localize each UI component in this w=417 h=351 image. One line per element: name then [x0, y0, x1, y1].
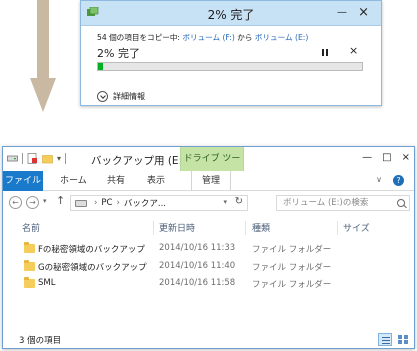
- breadcrumb-pc[interactable]: PC: [101, 198, 112, 208]
- details-label: 詳細情報: [113, 92, 145, 101]
- status-bar: 3 個の項目: [3, 331, 414, 348]
- drive-icon[interactable]: [7, 153, 18, 164]
- large-icons-view-button[interactable]: [396, 333, 410, 346]
- folder-icon: [24, 277, 35, 288]
- address-bar[interactable]: › PC › バックア... ▾ ↻: [70, 195, 248, 211]
- item-count: 3 個の項目: [19, 336, 62, 346]
- help-icon[interactable]: ?: [393, 175, 404, 186]
- quick-access-toolbar: ▾: [7, 153, 67, 164]
- toolbar-divider: [65, 153, 67, 164]
- file-name: SML: [38, 278, 56, 288]
- file-type: ファイル フォルダー: [252, 245, 332, 255]
- connector-text: から: [234, 33, 255, 42]
- file-date: 2014/10/16 11:33: [159, 243, 236, 253]
- tab-home[interactable]: ホーム: [60, 171, 87, 191]
- back-button[interactable]: ←: [9, 196, 22, 209]
- column-divider[interactable]: [337, 221, 338, 235]
- copy-progress-dialog: 2% 完了 — × 54 個の項目をコピー中: ボリューム (F:) から ボリ…: [80, 0, 382, 106]
- window-title: バックアップ用 (E:): [91, 155, 187, 167]
- expand-ribbon-icon[interactable]: ∨: [376, 175, 382, 184]
- close-button[interactable]: ×: [402, 152, 410, 163]
- file-date: 2014/10/16 11:40: [159, 261, 236, 271]
- file-date: 2014/10/16 11:58: [159, 278, 236, 288]
- copy-count-text: 54 個の項目をコピー中:: [97, 33, 183, 42]
- up-button[interactable]: ↑: [56, 194, 65, 207]
- tab-drive-tools[interactable]: ドライブ ツール: [180, 147, 244, 188]
- breadcrumb-separator: ›: [94, 198, 98, 208]
- column-header-name[interactable]: 名前: [22, 221, 40, 234]
- tab-manage[interactable]: 管理: [191, 171, 232, 191]
- table-row[interactable]: Gの秘密領域のバックアップ 2014/10/16 11:40 ファイル フォルダ…: [3, 260, 414, 274]
- ribbon-tabs: ファイル ホーム 共有 表示 管理 ∨ ?: [3, 171, 414, 191]
- search-placeholder: ボリューム (E:)の検索: [283, 198, 369, 208]
- search-input[interactable]: ボリューム (E:)の検索: [276, 195, 410, 211]
- breadcrumb-current[interactable]: バックア...: [124, 197, 166, 209]
- column-divider[interactable]: [245, 221, 246, 235]
- explorer-window: ▾ バックアップ用 (E:) ドライブ ツール — □ × ファイル ホーム 共…: [2, 146, 415, 349]
- copy-progress-bar: [97, 62, 363, 71]
- column-header-type[interactable]: 種類: [252, 221, 270, 234]
- stop-button[interactable]: ×: [349, 44, 358, 57]
- maximize-button[interactable]: □: [382, 152, 391, 163]
- search-icon: [397, 199, 405, 207]
- copy-status-line: 54 個の項目をコピー中: ボリューム (F:) から ボリューム (E:): [97, 32, 308, 43]
- file-type: ファイル フォルダー: [252, 263, 332, 273]
- percent-complete: 2% 完了: [97, 47, 140, 60]
- minimize-button[interactable]: —: [337, 8, 347, 18]
- new-folder-icon[interactable]: [42, 153, 53, 164]
- toolbar-divider: [22, 153, 23, 164]
- source-link[interactable]: ボリューム (F:): [182, 33, 234, 42]
- progress-fill: [98, 63, 104, 70]
- folder-icon: [24, 242, 35, 253]
- minimize-button[interactable]: —: [362, 152, 372, 163]
- chevron-down-icon: [97, 91, 108, 102]
- drive-icon: [75, 199, 87, 207]
- dialog-title: 2% 完了: [207, 8, 255, 22]
- refresh-icon[interactable]: ↻: [235, 196, 243, 207]
- destination-link[interactable]: ボリューム (E:): [255, 33, 308, 42]
- column-header-size[interactable]: サイズ: [343, 221, 370, 234]
- column-header-row: 名前 更新日時 種類 サイズ: [3, 218, 414, 236]
- more-details-toggle[interactable]: 詳細情報: [97, 91, 145, 102]
- dialog-titlebar: 2% 完了 — ×: [81, 1, 381, 26]
- table-row[interactable]: SML 2014/10/16 11:58 ファイル フォルダー: [3, 277, 414, 291]
- folder-icon: [24, 260, 35, 271]
- details-view-button[interactable]: [378, 333, 392, 346]
- pause-button[interactable]: [321, 48, 331, 58]
- customize-toolbar-icon[interactable]: ▾: [57, 154, 61, 163]
- explorer-titlebar: ▾ バックアップ用 (E:) ドライブ ツール — □ ×: [3, 147, 414, 188]
- file-type: ファイル フォルダー: [252, 280, 332, 290]
- tab-share[interactable]: 共有: [107, 171, 125, 191]
- down-arrow-icon: [30, 0, 56, 112]
- address-dropdown-icon[interactable]: ▾: [223, 198, 227, 206]
- table-row[interactable]: Fの秘密領域のバックアップ 2014/10/16 11:33 ファイル フォルダ…: [3, 242, 414, 256]
- breadcrumb-separator: ›: [116, 198, 120, 208]
- file-name: Gの秘密領域のバックアップ: [38, 263, 147, 273]
- navigation-bar: ← → ▾ ↑ › PC › バックア... ▾ ↻ ボリューム (E:)の検索: [3, 192, 414, 214]
- column-divider[interactable]: [153, 221, 154, 235]
- window-controls: — □ ×: [362, 152, 410, 163]
- file-name: Fの秘密領域のバックアップ: [38, 245, 145, 255]
- column-header-date[interactable]: 更新日時: [159, 221, 195, 234]
- tab-file[interactable]: ファイル: [3, 171, 43, 191]
- recent-locations-icon[interactable]: ▾: [43, 197, 47, 205]
- close-button[interactable]: ×: [358, 5, 369, 20]
- forward-button[interactable]: →: [26, 196, 39, 209]
- properties-icon[interactable]: [27, 153, 38, 164]
- tab-view[interactable]: 表示: [147, 171, 165, 191]
